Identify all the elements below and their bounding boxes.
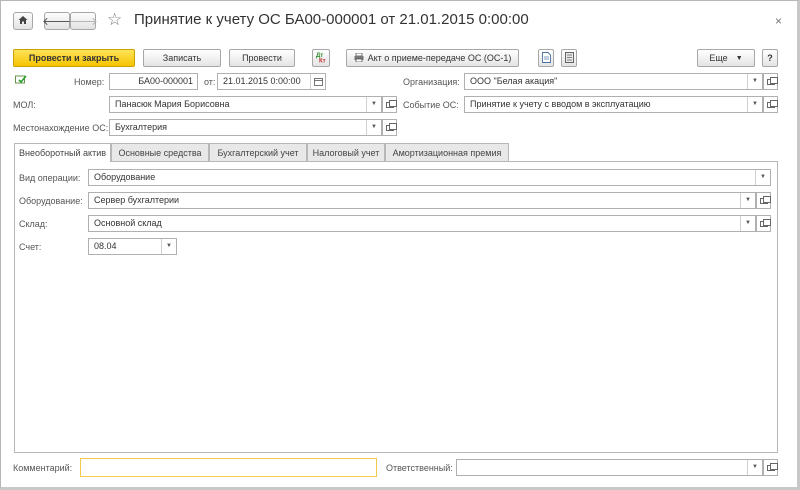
operation-type-label: Вид операции:: [19, 173, 81, 183]
equipment-label: Оборудование:: [19, 196, 83, 206]
open-window-icon: [759, 218, 771, 227]
warehouse-label: Склад:: [19, 219, 48, 229]
document-button[interactable]: [538, 49, 554, 67]
chevron-down-icon[interactable]: ▼: [366, 97, 381, 112]
tab-tax-accounting[interactable]: Налоговый учет: [307, 143, 385, 161]
ledger-entries-button[interactable]: Дт Кт: [312, 49, 330, 67]
forward-button[interactable]: 🡒: [68, 12, 98, 30]
comment-label: Комментарий:: [13, 463, 73, 473]
location-field[interactable]: Бухгалтерия ▼: [109, 119, 382, 136]
operation-type-value: Оборудование: [94, 172, 156, 182]
post-button[interactable]: Провести: [229, 49, 295, 67]
svg-text:Кт: Кт: [319, 59, 326, 64]
home-button[interactable]: [13, 12, 33, 30]
chevron-down-icon[interactable]: ▼: [366, 120, 381, 135]
tab-noncurrent-asset[interactable]: Внеоборотный актив: [14, 143, 111, 162]
number-value: БА00-000001: [138, 76, 193, 86]
more-menu-button[interactable]: Еще ▼: [697, 49, 755, 67]
account-value: 08.04: [94, 241, 117, 251]
home-icon: [18, 15, 28, 28]
star-favorite-icon[interactable]: ☆: [107, 10, 122, 30]
chevron-down-icon[interactable]: ▼: [740, 193, 755, 208]
number-field[interactable]: БА00-000001: [109, 73, 198, 90]
open-event-button[interactable]: [763, 96, 778, 113]
debit-credit-icon: Дт Кт: [315, 51, 327, 65]
operation-type-select[interactable]: Оборудование ▼: [88, 169, 771, 186]
location-label: Местонахождение ОС:: [13, 123, 109, 133]
comment-input[interactable]: [80, 458, 377, 477]
open-warehouse-button[interactable]: [756, 215, 771, 232]
list-document-icon: [564, 51, 574, 65]
tab-fixed-assets[interactable]: Основные средства: [111, 143, 209, 161]
date-field[interactable]: 21.01.2015 0:00:00: [217, 73, 326, 90]
organization-value: ООО "Белая акация": [470, 76, 558, 86]
document-icon: [541, 51, 551, 65]
help-button[interactable]: ?: [762, 49, 778, 67]
chevron-down-icon[interactable]: ▼: [161, 239, 176, 254]
close-icon[interactable]: ×: [775, 14, 782, 28]
chevron-down-icon[interactable]: ▼: [747, 460, 762, 475]
printer-icon: [354, 52, 364, 64]
open-window-icon: [766, 462, 778, 471]
mol-label: МОЛ:: [13, 100, 36, 110]
date-value: 21.01.2015 0:00:00: [223, 76, 301, 86]
print-act-button[interactable]: Акт о приеме-передаче ОС (ОС-1): [346, 49, 519, 67]
chevron-down-icon[interactable]: ▼: [740, 216, 755, 231]
open-window-icon: [385, 122, 397, 131]
date-label: от:: [204, 77, 216, 87]
warehouse-value: Основной склад: [94, 218, 162, 228]
event-label: Событие ОС:: [403, 100, 459, 110]
account-label: Счет:: [19, 242, 42, 252]
mol-field[interactable]: Панасюк Мария Борисовна ▼: [109, 96, 382, 113]
chevron-down-icon[interactable]: ▼: [747, 97, 762, 112]
open-organization-button[interactable]: [763, 73, 778, 90]
page-title: Принятие к учету ОС БА00-000001 от 21.01…: [134, 11, 529, 28]
posted-status-icon: [15, 75, 27, 87]
warehouse-field[interactable]: Основной склад ▼: [88, 215, 756, 232]
account-field[interactable]: 08.04 ▼: [88, 238, 177, 255]
open-window-icon: [766, 76, 778, 85]
location-value: Бухгалтерия: [115, 122, 167, 132]
save-button[interactable]: Записать: [143, 49, 221, 67]
triangle-down-icon: ▼: [735, 54, 743, 62]
structure-button[interactable]: [561, 49, 577, 67]
tab-accounting[interactable]: Бухгалтерский учет: [209, 143, 307, 161]
more-label: Еще: [709, 53, 728, 63]
event-value: Принятие к учету с вводом в эксплуатацию: [470, 99, 651, 109]
event-field[interactable]: Принятие к учету с вводом в эксплуатацию…: [464, 96, 763, 113]
calendar-icon[interactable]: [310, 74, 325, 89]
print-act-label: Акт о приеме-передаче ОС (ОС-1): [367, 53, 512, 63]
open-window-icon: [766, 99, 778, 108]
number-label: Номер:: [74, 77, 105, 87]
tab-depreciation-bonus[interactable]: Амортизационная премия: [385, 143, 509, 161]
open-mol-button[interactable]: [382, 96, 397, 113]
organization-label: Организация:: [403, 77, 460, 87]
chevron-down-icon[interactable]: ▼: [755, 170, 770, 185]
open-window-icon: [385, 99, 397, 108]
back-button[interactable]: 🡐: [42, 12, 72, 30]
open-responsible-button[interactable]: [763, 459, 778, 476]
responsible-field[interactable]: ▼: [456, 459, 763, 476]
post-and-close-button[interactable]: Провести и закрыть: [13, 49, 135, 67]
chevron-down-icon[interactable]: ▼: [747, 74, 762, 89]
open-location-button[interactable]: [382, 119, 397, 136]
organization-field[interactable]: ООО "Белая акация" ▼: [464, 73, 763, 90]
mol-value: Панасюк Мария Борисовна: [115, 99, 230, 109]
open-window-icon: [759, 195, 771, 204]
responsible-label: Ответственный:: [386, 463, 453, 473]
open-equipment-button[interactable]: [756, 192, 771, 209]
equipment-field[interactable]: Сервер бухгалтерии ▼: [88, 192, 756, 209]
equipment-value: Сервер бухгалтерии: [94, 195, 180, 205]
arrow-right-icon: 🡒: [68, 16, 98, 28]
